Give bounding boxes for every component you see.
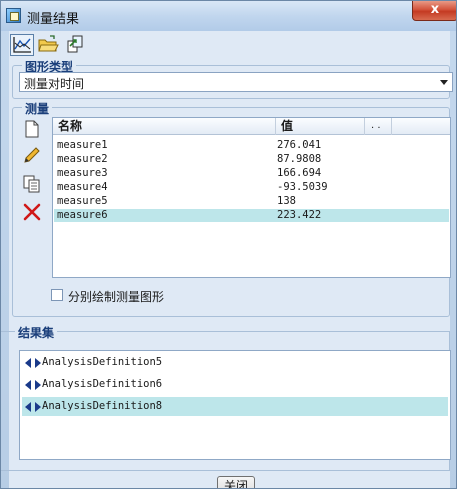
measure-name-cell: measure2 xyxy=(57,153,108,165)
pencil-icon xyxy=(24,147,40,163)
list-item[interactable]: AnalysisDefinition5 xyxy=(22,353,448,372)
measure-value-cell: 223.422 xyxy=(277,209,322,221)
measure-table[interactable]: 名称 值 . . measure1 276.041 measure2 87.9808 m… xyxy=(52,117,451,278)
list-item[interactable]: AnalysisDefinition6 xyxy=(22,375,448,394)
delete-icon xyxy=(23,203,41,221)
measure-table-header: 名称 值 . . xyxy=(53,118,450,135)
app-icon xyxy=(6,8,21,23)
column-header-value[interactable]: 值 xyxy=(276,118,365,135)
analysis-definition-label: AnalysisDefinition5 xyxy=(42,356,163,368)
measure-value-cell: 138 xyxy=(277,195,296,207)
separate-graphs-checkbox[interactable] xyxy=(51,289,63,301)
dialog-body: 图形类型 测量对时间 测量 名称 值 . . measure1 276.041 … xyxy=(1,31,453,488)
graph-type-select[interactable]: 测量对时间 xyxy=(19,72,453,92)
result-set-title: 结果集 xyxy=(15,324,58,341)
copy-icon xyxy=(23,175,40,193)
new-measure-button[interactable] xyxy=(22,119,42,139)
export-button[interactable] xyxy=(64,34,88,56)
analysis-arrows-icon xyxy=(25,380,41,390)
window-close-button[interactable]: x xyxy=(412,1,456,21)
result-set-list[interactable]: AnalysisDefinition5 AnalysisDefinition6 An… xyxy=(19,350,451,460)
table-row[interactable]: measure3 166.694 xyxy=(54,167,449,180)
delete-measure-button[interactable] xyxy=(22,202,42,222)
toolbar xyxy=(9,31,450,59)
measure-value-cell: -93.5039 xyxy=(277,181,328,193)
analysis-arrows-icon xyxy=(25,402,41,412)
chart-button[interactable] xyxy=(10,34,34,56)
table-row[interactable]: measure4 -93.5039 xyxy=(54,181,449,194)
chart-icon xyxy=(13,37,31,53)
chevron-down-icon xyxy=(440,80,448,85)
measure-value-cell: 87.9808 xyxy=(277,153,322,165)
separate-graphs-label: 分别绘制测量图形 xyxy=(68,290,165,304)
table-row[interactable]: measure6 223.422 xyxy=(54,209,449,222)
window-title: 测量结果 xyxy=(27,12,80,27)
table-row[interactable]: measure5 138 xyxy=(54,195,449,208)
new-document-icon xyxy=(25,120,39,138)
open-folder-icon xyxy=(38,35,59,52)
measure-name-cell: measure5 xyxy=(57,195,108,207)
copy-measure-button[interactable] xyxy=(22,174,42,194)
measure-results-window: 测量结果 x 图形类型 测量对时间 测量 名称 值 . . measure1 2… xyxy=(0,0,457,489)
measure-name-cell: measure1 xyxy=(57,139,108,151)
close-button[interactable]: 关闭 xyxy=(217,476,255,488)
measure-name-cell: measure3 xyxy=(57,167,108,179)
measure-value-cell: 166.694 xyxy=(277,167,322,179)
edit-measure-button[interactable] xyxy=(22,145,42,165)
measure-title: 测量 xyxy=(22,100,53,117)
open-button[interactable] xyxy=(37,34,61,56)
measure-value-cell: 276.041 xyxy=(277,139,322,151)
title-bar[interactable]: 测量结果 x xyxy=(1,1,456,31)
export-icon xyxy=(67,35,83,53)
column-header-name[interactable]: 名称 xyxy=(53,118,276,135)
column-header-extra[interactable]: . . xyxy=(365,118,392,135)
table-row[interactable]: measure1 276.041 xyxy=(54,139,449,152)
analysis-arrows-icon xyxy=(25,358,41,368)
table-row[interactable]: measure2 87.9808 xyxy=(54,153,449,166)
graph-type-value: 测量对时间 xyxy=(24,77,85,91)
measure-name-cell: measure4 xyxy=(57,181,108,193)
measure-name-cell: measure6 xyxy=(57,209,108,221)
list-item[interactable]: AnalysisDefinition8 xyxy=(22,397,448,416)
analysis-definition-label: AnalysisDefinition8 xyxy=(42,400,163,412)
analysis-definition-label: AnalysisDefinition6 xyxy=(42,378,163,390)
